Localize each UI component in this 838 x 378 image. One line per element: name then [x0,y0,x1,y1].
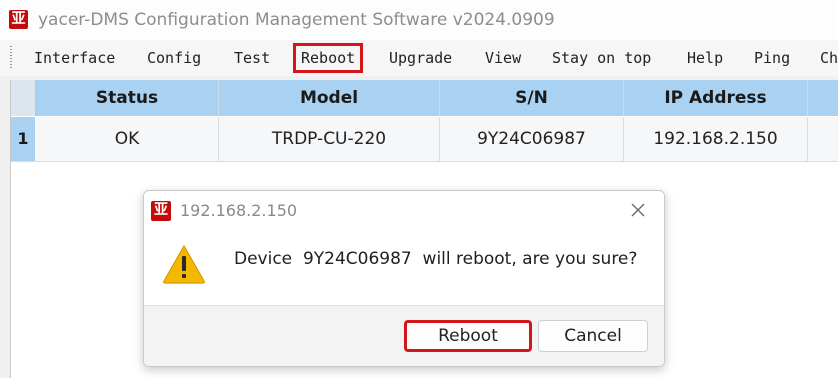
cell-status[interactable]: OK [36,117,219,161]
cell-ip-address[interactable]: 192.168.2.150 [624,117,808,161]
title-bar: 亚 yacer-DMS Configuration Management Sof… [0,0,838,40]
dialog-title-bar[interactable]: 亚 192.168.2.150 [144,191,664,231]
window-title: yacer-DMS Configuration Management Softw… [38,10,555,30]
column-header-model[interactable]: Model [219,80,440,116]
menu-bar: Interface Config Test Reboot Upgrade Vie… [0,40,838,76]
dialog-title: 192.168.2.150 [180,201,298,220]
menu-config[interactable]: Config [147,47,201,69]
toolbar-grip[interactable] [10,46,12,70]
dialog-message: Device 9Y24C06987 will reboot, are you s… [234,249,638,269]
close-icon[interactable] [628,200,648,220]
menu-reboot[interactable]: Reboot [292,43,364,73]
cancel-button[interactable]: Cancel [538,320,648,352]
row-number[interactable]: 1 [11,117,35,161]
menu-ping[interactable]: Ping [754,47,790,69]
column-header-ip-address[interactable]: IP Address [624,80,808,116]
app-logo-icon: 亚 [151,201,171,221]
app-logo-icon: 亚 [9,10,28,29]
column-header-status[interactable]: Status [36,80,219,116]
menu-overflow[interactable]: Ch [820,47,838,69]
table-row[interactable]: 1 OK TRDP-CU-220 9Y24C06987 192.168.2.15… [11,117,838,162]
grid-header: Status Model S/N IP Address [11,80,838,116]
menu-view[interactable]: View [485,47,521,69]
menu-stay-on-top[interactable]: Stay on top [552,47,651,69]
column-header-sn[interactable]: S/N [440,80,624,116]
cell-model[interactable]: TRDP-CU-220 [219,117,440,161]
menu-interface[interactable]: Interface [34,47,115,69]
menu-help[interactable]: Help [687,47,723,69]
reboot-button[interactable]: Reboot [404,320,532,352]
cell-sn[interactable]: 9Y24C06987 [440,117,624,161]
warning-icon [163,244,205,284]
menu-upgrade[interactable]: Upgrade [389,47,452,69]
reboot-confirm-dialog: 亚 192.168.2.150 Device 9Y24C06987 will r… [143,190,665,367]
dialog-footer: Reboot Cancel [144,305,664,366]
menu-test[interactable]: Test [234,47,270,69]
grid-corner[interactable] [11,80,36,116]
dialog-body: Device 9Y24C06987 will reboot, are you s… [144,231,664,305]
